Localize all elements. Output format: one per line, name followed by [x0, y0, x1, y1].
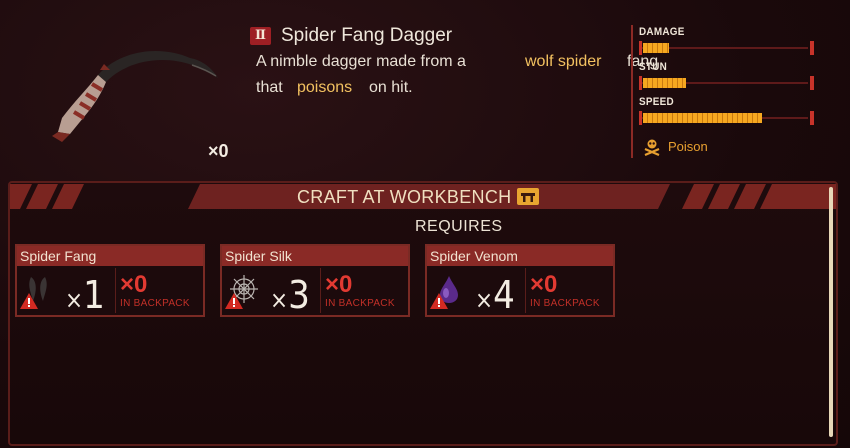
stats-divider: [631, 25, 633, 158]
description-text: A nimble dagger made from a: [256, 53, 466, 70]
craft-title: CRAFT AT WORKBENCH: [297, 187, 512, 207]
required-quantity: ×1: [65, 273, 105, 317]
ingredient-card-spider-venom[interactable]: Spider Venom ×4 ×0 IN BACKPACK: [425, 244, 615, 317]
backpack-count: ×0 IN BACKPACK: [115, 268, 202, 313]
ingredient-name: Spider Fang: [17, 246, 203, 266]
backpack-count: ×0 IN BACKPACK: [525, 268, 612, 313]
dagger-icon: [52, 51, 218, 142]
ingredient-card-spider-fang[interactable]: Spider Fang ×1 ×0 IN BACKPACK: [15, 244, 205, 317]
stat-label-speed: SPEED: [639, 96, 674, 108]
stat-label-stun: STUN: [639, 61, 668, 73]
required-quantity: ×3: [270, 273, 310, 317]
description-text: on hit.: [369, 79, 413, 96]
description-highlight-poisons: poisons: [297, 79, 353, 96]
stat-label-damage: DAMAGE: [639, 26, 685, 38]
poison-icon: [644, 139, 660, 156]
stat-bar-stun: [639, 76, 814, 90]
warning-icon: [430, 293, 448, 309]
backpack-count: ×0 IN BACKPACK: [320, 268, 407, 313]
effect-label-poison: Poison: [668, 139, 708, 154]
requires-label: REQUIRES: [415, 218, 503, 235]
warning-icon: [225, 293, 243, 309]
ingredient-name: Spider Silk: [222, 246, 408, 266]
tier-badge: Ⅱ: [250, 27, 271, 45]
scrollbar[interactable]: [829, 187, 833, 437]
owned-count: ×0: [208, 141, 229, 161]
description-text: that: [256, 79, 283, 96]
ingredient-name: Spider Venom: [427, 246, 613, 266]
stat-bar-damage: [639, 41, 814, 55]
ingredient-card-spider-silk[interactable]: Spider Silk ×3 ×0 IN BACKPACK: [220, 244, 410, 317]
stat-bar-speed: [639, 111, 814, 125]
workbench-icon: [517, 188, 539, 205]
description-highlight-wolf-spider: wolf spider: [525, 53, 602, 70]
required-quantity: ×4: [475, 273, 515, 317]
item-title: Spider Fang Dagger: [281, 25, 453, 46]
warning-icon: [20, 293, 38, 309]
